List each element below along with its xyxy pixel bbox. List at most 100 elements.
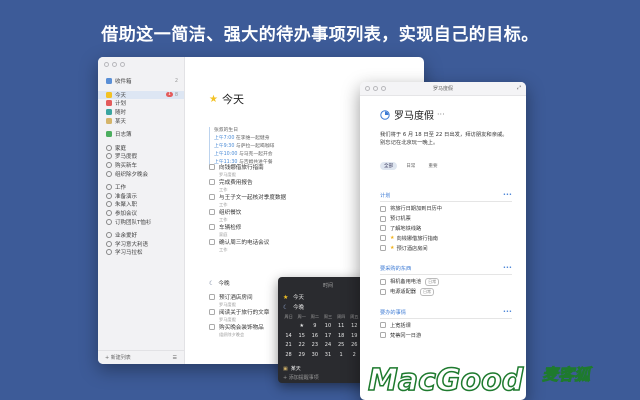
tag-filter[interactable]: 重要 <box>424 162 441 170</box>
task-row[interactable]: 上宽括课 <box>380 321 512 331</box>
new-list-button[interactable]: + 新建列表 <box>105 354 131 361</box>
calendar-day[interactable]: ★ <box>295 323 308 329</box>
calendar-day[interactable]: 16 <box>308 333 321 339</box>
task-checkbox[interactable] <box>209 164 215 170</box>
calendar-day[interactable]: 15 <box>295 333 308 339</box>
calendar-day[interactable]: 31 <box>321 352 334 358</box>
sidebar-item[interactable]: 今天 1 8 <box>98 90 184 100</box>
task-checkbox[interactable] <box>380 332 386 339</box>
expand-icon[interactable]: ⤢ <box>517 85 521 91</box>
calendar-day[interactable]: 12 <box>348 323 361 329</box>
task-checkbox[interactable] <box>380 215 386 222</box>
task-checkbox[interactable] <box>380 235 386 242</box>
task-checkbox[interactable] <box>209 179 215 185</box>
task-row[interactable]: ★ 向钱娜借旅行指南 <box>380 233 512 243</box>
task-checkbox[interactable] <box>209 194 215 200</box>
calendar-day[interactable]: 1 <box>335 352 348 358</box>
more-icon[interactable]: ••• <box>503 309 512 316</box>
task-row[interactable]: 了解地铁线路 <box>380 224 512 234</box>
calendar-event: 上午7:00 在李维一起健身 <box>214 135 274 143</box>
window-controls[interactable] <box>104 62 125 67</box>
task-checkbox[interactable] <box>209 239 215 245</box>
task-checkbox[interactable] <box>380 278 386 285</box>
more-icon[interactable]: ••• <box>503 192 512 199</box>
section-heading[interactable]: 计划 ••• <box>380 192 512 202</box>
calendar-day[interactable]: 11 <box>335 323 348 329</box>
calendar-day[interactable]: 24 <box>321 342 334 348</box>
calendar-day[interactable]: 23 <box>308 342 321 348</box>
task-row[interactable]: 相机备用电池 日常 <box>380 277 512 287</box>
tag-filter[interactable]: 全部 <box>380 162 398 170</box>
calendar-icon <box>106 100 112 107</box>
sidebar-item[interactable]: 随时 <box>98 108 184 117</box>
task-checkbox[interactable] <box>380 205 386 212</box>
task-row[interactable]: ★ 预订酒店房间 <box>380 243 512 253</box>
event-title: 张叔的生日 <box>214 128 238 133</box>
sidebar-item[interactable]: 日志簿 <box>98 130 184 139</box>
sidebar-area[interactable]: 工作 <box>98 183 184 192</box>
calendar-day[interactable]: 10 <box>321 323 334 329</box>
calendar-day[interactable]: 29 <box>295 352 308 358</box>
task-body: 预订酒店房间 罗马度假 <box>219 293 253 308</box>
task-checkbox[interactable] <box>380 245 386 252</box>
calendar-day[interactable]: 21 <box>282 342 295 348</box>
when-someday-option[interactable]: ▣ 某天 <box>283 365 319 373</box>
calendar-day[interactable]: 14 <box>282 333 295 339</box>
sidebar-project[interactable]: 学习意大利语 <box>98 240 184 249</box>
task-checkbox[interactable] <box>209 209 215 215</box>
calendar-day[interactable]: 9 <box>308 323 321 329</box>
sliders-icon[interactable]: ☰ <box>173 355 177 361</box>
calendar-day[interactable]: 22 <box>295 342 308 348</box>
sidebar-item[interactable]: 计划 <box>98 99 184 108</box>
task-checkbox[interactable] <box>380 225 386 232</box>
sidebar-item[interactable]: 收件箱 2 <box>98 77 184 86</box>
section-heading[interactable]: 要办的事情 ••• <box>380 309 512 319</box>
calendar-day[interactable]: 25 <box>335 342 348 348</box>
task-row[interactable]: 预订机票 <box>380 214 512 224</box>
sidebar-project[interactable]: 准备演示 <box>98 192 184 201</box>
page-title: ★ 今天 <box>209 93 244 106</box>
calendar-day[interactable]: 19 <box>348 333 361 339</box>
weekday-label: 周日 <box>284 313 293 319</box>
calendar-day[interactable]: 30 <box>308 352 321 358</box>
task-checkbox[interactable] <box>209 309 215 315</box>
more-icon[interactable]: ··· <box>437 110 445 119</box>
sidebar-area[interactable]: 家庭 <box>98 144 184 153</box>
sidebar-project[interactable]: 学习马拉松 <box>98 248 184 257</box>
sidebar-area[interactable]: 业余爱好 <box>98 231 184 240</box>
task-row[interactable]: 将旅行日期加到日历中 <box>380 204 512 214</box>
project-icon <box>106 162 112 169</box>
tag-filter[interactable]: 日常 <box>402 162 419 170</box>
star-icon: ★ <box>390 245 395 252</box>
task-checkbox[interactable] <box>380 288 386 295</box>
sidebar-project[interactable]: 参加会议 <box>98 209 184 218</box>
sidebar-area-label: 业余爱好 <box>115 233 138 240</box>
task-checkbox[interactable] <box>209 294 215 300</box>
task-checkbox[interactable] <box>209 224 215 230</box>
task-title: 向钱娜借旅行指南 <box>219 165 264 171</box>
task-checkbox[interactable] <box>380 322 386 329</box>
calendar-day[interactable]: 18 <box>335 333 348 339</box>
star-icon: ★ <box>283 293 289 301</box>
task-row[interactable]: 梵蒂冈一日游 <box>380 330 512 340</box>
sidebar-project[interactable]: 购买新车 <box>98 161 184 170</box>
sidebar-project[interactable]: 组织除夕晚会 <box>98 169 184 178</box>
sidebar-project[interactable]: 朱聚入职 <box>98 200 184 209</box>
section-heading-label: 要采购的东西 <box>380 266 412 272</box>
sidebar-item[interactable]: 某天 <box>98 116 184 125</box>
task-checkbox[interactable] <box>209 324 215 330</box>
more-icon[interactable]: ••• <box>503 265 512 272</box>
task-row[interactable]: 电源适配器 日常 <box>380 287 512 297</box>
calendar-day[interactable]: 2 <box>348 352 361 358</box>
calendar-day[interactable]: 17 <box>321 333 334 339</box>
calendar-day[interactable]: 26 <box>348 342 361 348</box>
svg-text:MacGood: MacGood <box>368 363 524 398</box>
window-title: 罗马度假 <box>432 86 453 92</box>
sidebar-project[interactable]: 订购团队T恤衫 <box>98 217 184 226</box>
sidebar-project[interactable]: 罗马度假 <box>98 152 184 161</box>
project-notes[interactable]: 我们将于 6 月 18 日至 22 日出发，拜访朋友和亲戚。别忘记在北京玩一晚上… <box>380 131 512 147</box>
section-heading[interactable]: 要采购的东西 ••• <box>380 265 512 275</box>
task-title: 预订酒店房间 <box>219 295 253 301</box>
add-reminder-button[interactable]: + 添加提醒事项 <box>283 374 319 381</box>
calendar-day[interactable]: 28 <box>282 352 295 358</box>
